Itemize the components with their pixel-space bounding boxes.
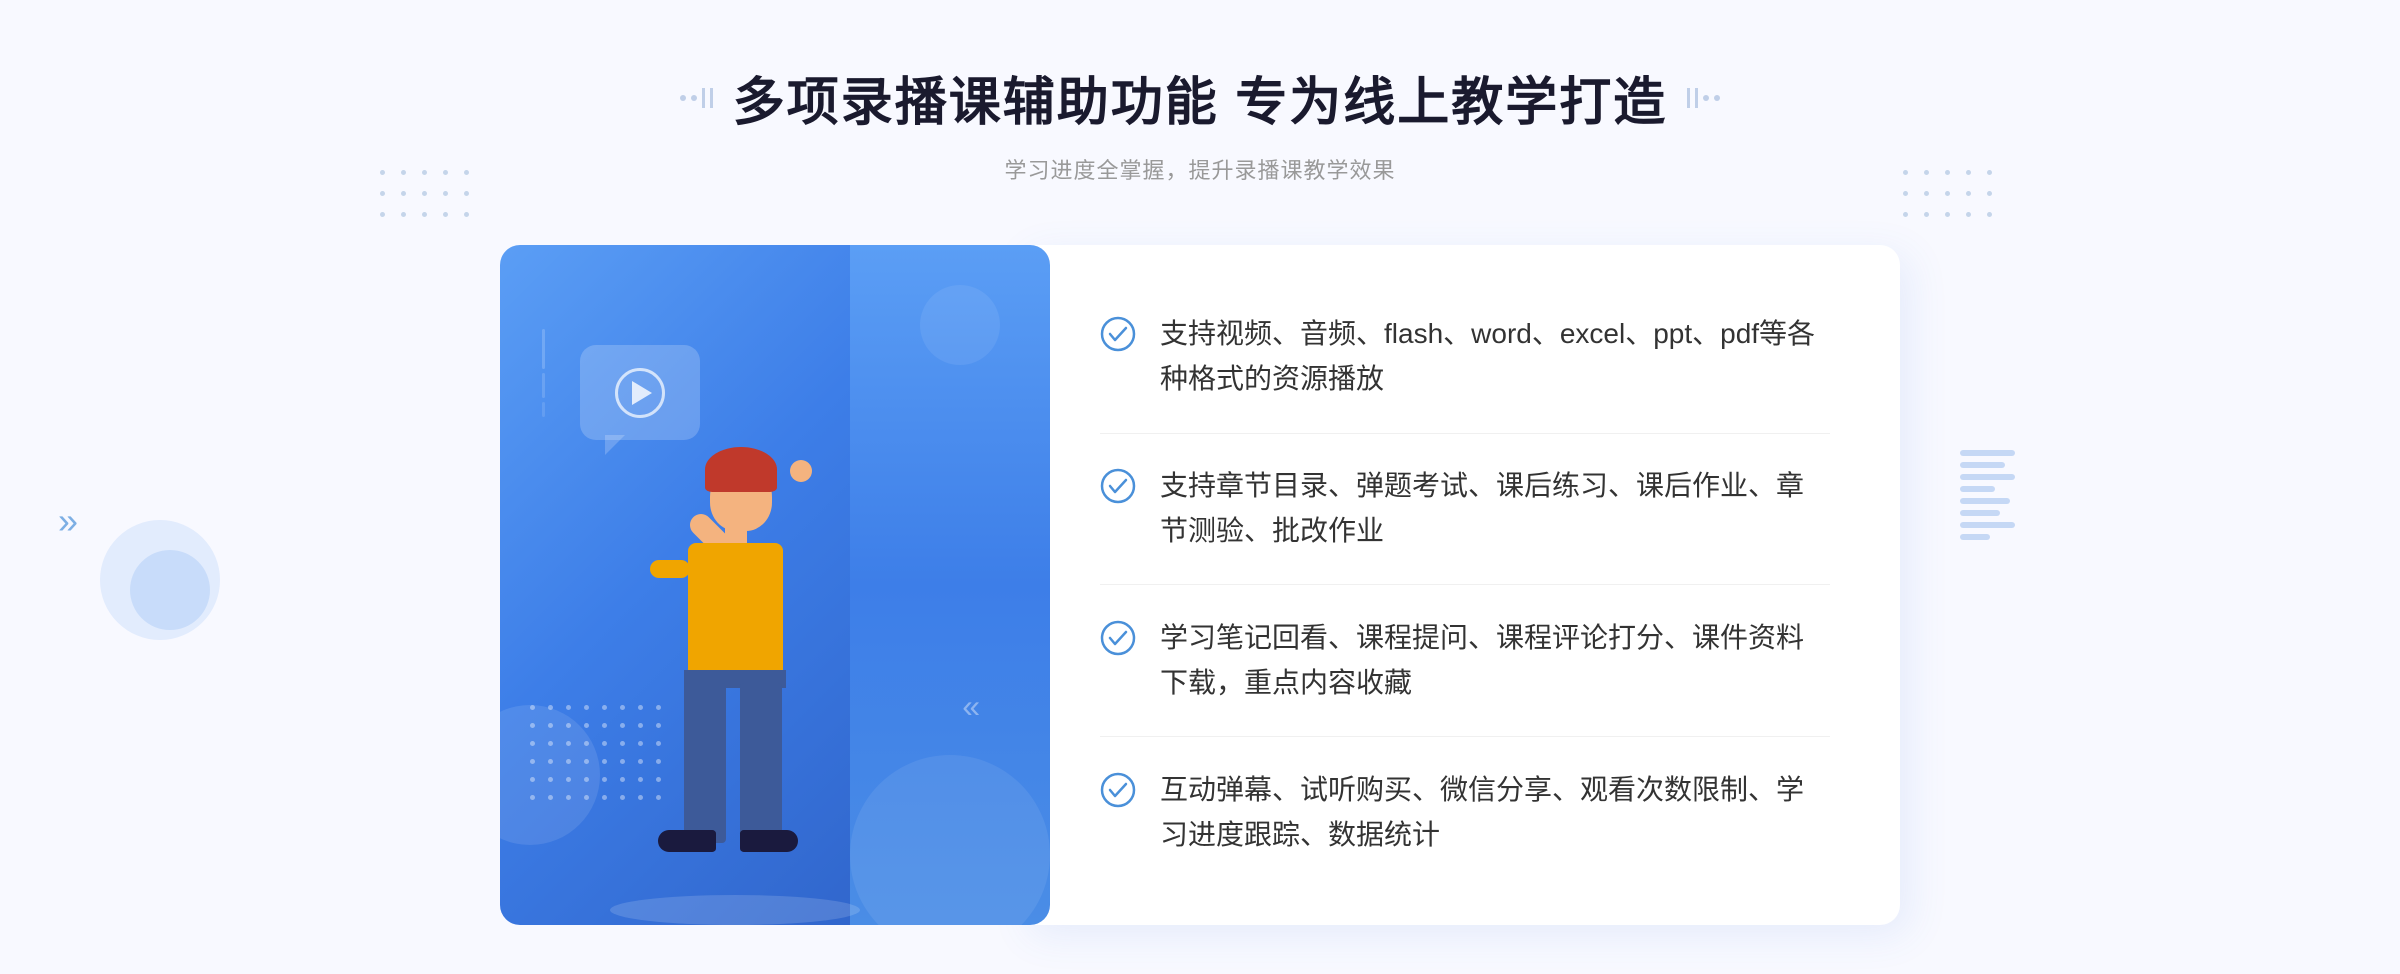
arrow-left-decoration: »	[58, 500, 78, 542]
check-icon-4	[1100, 772, 1136, 808]
feature-item-4: 互动弹幕、试听购买、微信分享、观看次数限制、学习进度跟踪、数据统计	[1100, 760, 1830, 866]
feature-text-3: 学习笔记回看、课程提问、课程评论打分、课件资料下载，重点内容收藏	[1160, 616, 1830, 706]
feature-item-3: 学习笔记回看、课程提问、课程评论打分、课件资料下载，重点内容收藏	[1100, 608, 1830, 714]
main-title: 多项录播课辅助功能 专为线上教学打造	[733, 60, 1667, 135]
title-decoration-right	[1687, 88, 1720, 108]
illustration-area: «	[500, 245, 1020, 925]
feature-text-2: 支持章节目录、弹题考试、课后练习、课后作业、章节测验、批改作业	[1160, 464, 1830, 554]
feature-text-4: 互动弹幕、试听购买、微信分享、观看次数限制、学习进度跟踪、数据统计	[1160, 768, 1830, 858]
header-section: 多项录播课辅助功能 专为线上教学打造 学习进度全掌握，提升录播课教学效果	[680, 60, 1720, 185]
check-icon-3	[1100, 620, 1136, 656]
deco-circle-small	[920, 285, 1000, 365]
person-figure	[550, 405, 900, 925]
check-icon-1	[1100, 316, 1136, 352]
content-panel: 支持视频、音频、flash、word、excel、ppt、pdf等各种格式的资源…	[1020, 245, 1900, 925]
play-triangle	[632, 381, 652, 405]
divider-1	[1100, 433, 1830, 434]
feature-text-1: 支持视频、音频、flash、word、excel、ppt、pdf等各种格式的资源…	[1160, 312, 1830, 402]
feature-item-2: 支持章节目录、弹题考试、课后练习、课后作业、章节测验、批改作业	[1100, 456, 1830, 562]
illus-arrows: «	[962, 688, 980, 725]
dots-decoration-right	[1903, 170, 2000, 225]
subtitle: 学习进度全掌握，提升录播课教学效果	[680, 153, 1720, 185]
page-wrapper: » 多项录播课辅助功能 专为线上教学打造 学习进度全掌握，提升录播课教学效果	[0, 0, 2400, 974]
divider-3	[1100, 736, 1830, 737]
check-icon-2	[1100, 468, 1136, 504]
dots-decoration-left	[380, 170, 477, 225]
main-content: «	[500, 245, 1900, 925]
feature-item-1: 支持视频、音频、flash、word、excel、ppt、pdf等各种格式的资源…	[1100, 304, 1830, 410]
title-decoration-left	[680, 88, 713, 108]
divider-2	[1100, 584, 1830, 585]
stripe-decoration	[1960, 450, 2020, 570]
title-row: 多项录播课辅助功能 专为线上教学打造	[680, 60, 1720, 135]
light-rays	[540, 325, 547, 421]
